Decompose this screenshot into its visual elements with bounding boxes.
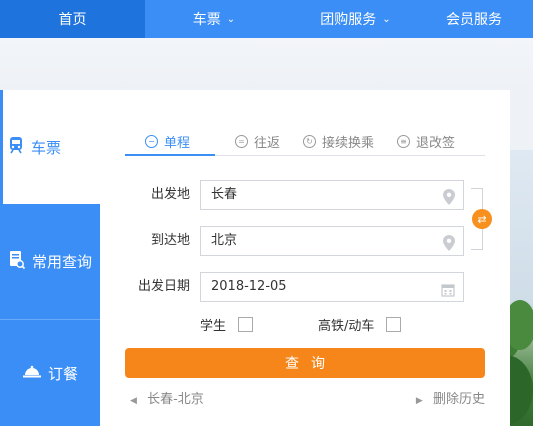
chevron-down-icon: ⌄ (382, 13, 391, 25)
document-search-icon (8, 250, 26, 274)
minus-circle-icon: − (145, 134, 158, 148)
history-item-label: 长春-北京 (147, 392, 204, 407)
nav-home-label: 首页 (58, 12, 87, 28)
tab-round-trip[interactable]: = 往返 (215, 128, 293, 155)
student-label: 学生 (200, 318, 227, 334)
hsr-option: 高铁/动车 (318, 315, 402, 334)
location-pin-icon (443, 187, 455, 215)
ticket-search-panel: − 单程 = 往返 ↻ 接续换乘 ≡ 退改签 出发地 长春 到达地 北京 ⇄ 出… (100, 90, 510, 426)
search-button-label: 查询 (285, 356, 337, 372)
side-tab-common-queries-label: 常用查询 (31, 253, 92, 271)
nav-member-service[interactable]: 会员服务 (428, 0, 533, 38)
side-tab-common-queries[interactable]: 常用查询 (0, 204, 100, 319)
stack-circle-icon: ≡ (397, 135, 410, 148)
page-background (0, 38, 533, 90)
side-tab-tickets[interactable]: 车票 (0, 90, 100, 204)
tab-transfer[interactable]: ↻ 接续换乘 (293, 128, 393, 155)
date-label: 出发日期 (137, 279, 190, 294)
side-tab-meals-label: 订餐 (47, 364, 78, 383)
hsr-checkbox[interactable] (386, 316, 402, 332)
triangle-right-icon: ▶ (415, 396, 423, 406)
history-item[interactable]: ◀ 长春-北京 (130, 388, 204, 407)
location-pin-icon (443, 233, 455, 261)
tab-transfer-label: 接续换乘 (322, 136, 375, 151)
nav-home[interactable]: 首页 (0, 0, 145, 38)
from-value: 长春 (211, 187, 238, 202)
equals-circle-icon: = (235, 135, 248, 148)
nav-member-service-label: 会员服务 (446, 12, 502, 28)
top-nav: 首页 车票 ⌄ 团购服务 ⌄ 会员服务 (0, 0, 533, 38)
from-row: 出发地 长春 (125, 180, 485, 210)
refresh-circle-icon: ↻ (303, 135, 316, 148)
triangle-left-icon: ◀ (130, 396, 137, 406)
nav-group-service-label: 团购服务 (320, 12, 377, 28)
from-label: 出发地 (150, 187, 190, 202)
date-row: 出发日期 2018-12-05 (125, 272, 485, 302)
side-tabs: 车票 常用查询 订餐 (0, 90, 100, 426)
hsr-label: 高铁/动车 (318, 318, 375, 334)
student-option: 学生 (200, 315, 254, 334)
tab-one-way[interactable]: − 单程 (125, 128, 215, 156)
tab-one-way-label: 单程 (164, 135, 191, 151)
trip-type-tabs: − 单程 = 往返 ↻ 接续换乘 ≡ 退改签 (125, 128, 485, 156)
tab-round-trip-label: 往返 (254, 136, 281, 151)
clear-history-label: 删除历史 (432, 392, 485, 407)
train-icon (7, 136, 25, 158)
food-cloche-icon (22, 363, 42, 383)
calendar-icon (441, 279, 455, 307)
to-label: 到达地 (150, 233, 190, 248)
chevron-down-icon: ⌄ (226, 13, 236, 25)
to-row: 到达地 北京 (125, 226, 485, 256)
student-checkbox[interactable] (238, 316, 254, 332)
swap-stations-button[interactable]: ⇄ (472, 209, 492, 229)
side-tab-tickets-label: 车票 (31, 138, 62, 157)
date-input[interactable]: 2018-12-05 (200, 272, 464, 302)
clear-history-link[interactable]: ▶ 删除历史 (416, 388, 485, 407)
nav-group-service[interactable]: 团购服务 ⌄ (283, 0, 428, 38)
date-value: 2018-12-05 (211, 279, 287, 294)
to-input[interactable]: 北京 (200, 226, 464, 256)
nav-tickets[interactable]: 车票 ⌄ (145, 0, 283, 38)
tab-refund-change-label: 退改签 (416, 136, 456, 151)
tab-refund-change[interactable]: ≡ 退改签 (393, 128, 485, 155)
swap-arrows-icon: ⇄ (477, 212, 487, 226)
side-tab-meals[interactable]: 订餐 (0, 319, 100, 426)
search-button[interactable]: 查询 (125, 348, 485, 378)
to-value: 北京 (211, 233, 238, 248)
search-history: ◀ 长春-北京 ▶ 删除历史 (125, 388, 485, 407)
from-input[interactable]: 长春 (200, 180, 464, 210)
nav-tickets-label: 车票 (192, 12, 221, 28)
